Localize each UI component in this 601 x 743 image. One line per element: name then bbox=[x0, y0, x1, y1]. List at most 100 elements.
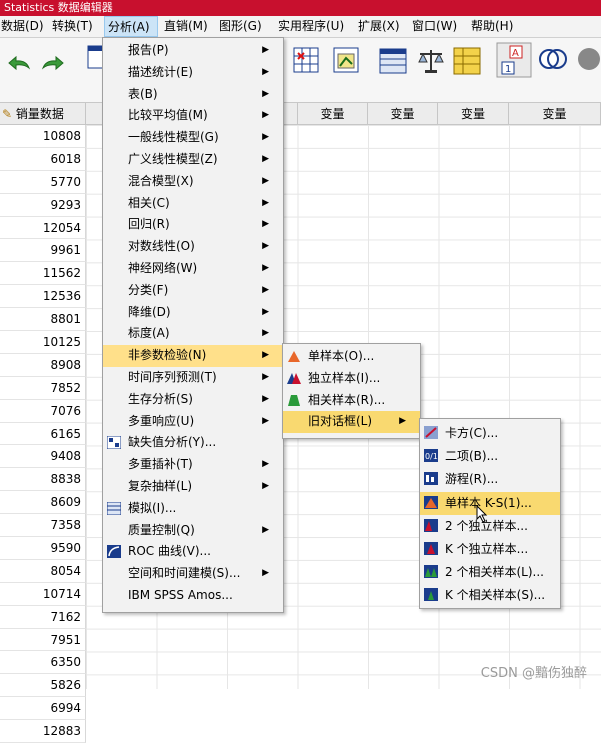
menu-transform[interactable]: 转换(T) bbox=[49, 16, 96, 37]
menu-item-reports[interactable]: 报告(P) ▶ bbox=[103, 40, 283, 62]
menu-data[interactable]: 数据(D) bbox=[0, 16, 47, 37]
menu-item-legacy-dialogs[interactable]: 旧对话框(L) ▶ bbox=[283, 411, 420, 434]
menu-item-loglinear[interactable]: 对数线性(O) ▶ bbox=[103, 236, 283, 258]
sales-cell[interactable]: 12883 bbox=[0, 720, 86, 743]
menu-item-classify[interactable]: 分类(F) ▶ bbox=[103, 280, 283, 302]
submenu-arrow-icon: ▶ bbox=[262, 371, 269, 382]
menu-item-independent-samples[interactable]: 独立样本(I)... bbox=[283, 368, 420, 390]
spell-check-icon[interactable] bbox=[574, 44, 601, 74]
sales-cell[interactable]: 7358 bbox=[0, 514, 86, 538]
menu-item-related-samples[interactable]: 相关样本(R)... bbox=[283, 390, 420, 412]
menu-item-scale[interactable]: 标度(A) ▶ bbox=[103, 323, 283, 345]
menu-item-k-related-samples[interactable]: K 个相关样本(S)... bbox=[420, 584, 560, 607]
select-cases-icon[interactable] bbox=[452, 46, 482, 76]
insert-variable-icon[interactable] bbox=[292, 46, 322, 76]
sales-cell[interactable]: 12536 bbox=[0, 285, 86, 309]
sales-cell[interactable]: 6018 bbox=[0, 147, 86, 171]
use-variable-sets-icon[interactable] bbox=[538, 44, 568, 74]
menu-item-mixed-models[interactable]: 混合模型(X) ▶ bbox=[103, 171, 283, 193]
sales-cell[interactable]: 8609 bbox=[0, 491, 86, 515]
binomial-icon: 0/1 bbox=[424, 449, 438, 463]
sales-cell[interactable]: 8054 bbox=[0, 559, 86, 583]
menu-item-missing-value-analysis[interactable]: 缺失值分析(Y)... bbox=[103, 432, 283, 454]
sales-cell[interactable]: 7951 bbox=[0, 628, 86, 652]
column-header-var-4[interactable]: 变量 bbox=[509, 103, 601, 125]
submenu-arrow-icon: ▶ bbox=[262, 524, 269, 535]
menu-item-neural-networks[interactable]: 神经网络(W) ▶ bbox=[103, 258, 283, 280]
sales-cell[interactable]: 9408 bbox=[0, 445, 86, 469]
menu-item-one-sample-ks[interactable]: 单样本 K-S(1)... bbox=[420, 491, 560, 515]
sales-column: 10808 6018 5770 9293 12054 9961 11562 12… bbox=[0, 125, 86, 743]
sales-cell[interactable]: 7162 bbox=[0, 605, 86, 629]
menu-item-general-linear-model[interactable]: 一般线性模型(G) ▶ bbox=[103, 127, 283, 149]
submenu-arrow-icon: ▶ bbox=[262, 241, 269, 252]
menu-item-tables[interactable]: 表(B) ▶ bbox=[103, 84, 283, 106]
sales-cell[interactable]: 8801 bbox=[0, 308, 86, 332]
menu-item-complex-samples[interactable]: 复杂抽样(L) ▶ bbox=[103, 476, 283, 498]
split-file-icon[interactable] bbox=[378, 46, 408, 76]
menu-item-k-independent-samples[interactable]: K 个独立样本... bbox=[420, 538, 560, 561]
undo-icon[interactable] bbox=[4, 48, 34, 78]
submenu-arrow-icon: ▶ bbox=[262, 66, 269, 77]
sales-cell[interactable]: 6350 bbox=[0, 651, 86, 675]
sales-cell[interactable]: 9590 bbox=[0, 537, 86, 560]
menu-item-ibm-spss-amos[interactable]: IBM SPSS Amos... bbox=[103, 585, 283, 607]
chart-builder-icon[interactable] bbox=[332, 46, 362, 76]
column-header-blank-2[interactable] bbox=[284, 103, 298, 125]
sales-cell[interactable]: 10808 bbox=[0, 125, 86, 148]
menu-item-descriptive-statistics[interactable]: 描述统计(E) ▶ bbox=[103, 62, 283, 84]
menu-graphs[interactable]: 图形(G) bbox=[216, 16, 265, 37]
sales-cell[interactable]: 9961 bbox=[0, 239, 86, 263]
sales-cell[interactable]: 6165 bbox=[0, 422, 86, 446]
menu-item-multiple-response[interactable]: 多重响应(U) ▶ bbox=[103, 411, 283, 433]
menu-item-survival[interactable]: 生存分析(S) ▶ bbox=[103, 389, 283, 411]
weight-cases-icon[interactable] bbox=[416, 46, 446, 76]
menu-item-runs[interactable]: 游程(R)... bbox=[420, 468, 560, 491]
k-related-icon bbox=[424, 588, 438, 602]
menu-help[interactable]: 帮助(H) bbox=[468, 16, 516, 37]
redo-icon[interactable] bbox=[38, 48, 68, 78]
menu-item-binomial[interactable]: 0/1 二项(B)... bbox=[420, 445, 560, 468]
column-header-var-3[interactable]: 变量 bbox=[438, 103, 509, 125]
submenu-arrow-icon: ▶ bbox=[262, 415, 269, 426]
sales-cell[interactable]: 12054 bbox=[0, 216, 86, 240]
legacy-dialogs-submenu: 卡方(C)... 0/1 二项(B)... 游程(R)... 单样本 K-S(1… bbox=[419, 418, 561, 609]
menu-item-two-related-samples[interactable]: 2 个相关样本(L)... bbox=[420, 561, 560, 584]
menu-utilities[interactable]: 实用程序(U) bbox=[275, 16, 347, 37]
menu-item-roc-curve[interactable]: ROC 曲线(V)... bbox=[103, 541, 283, 563]
sales-cell[interactable]: 7852 bbox=[0, 376, 86, 400]
menu-item-one-sample[interactable]: 单样本(O)... bbox=[283, 346, 420, 368]
menu-item-compare-means[interactable]: 比较平均值(M) ▶ bbox=[103, 105, 283, 127]
column-header-sales[interactable]: ✎ 销量数据 bbox=[0, 103, 86, 125]
menu-direct-marketing[interactable]: 直销(M) bbox=[161, 16, 211, 37]
sales-cell[interactable]: 10714 bbox=[0, 582, 86, 606]
menu-window[interactable]: 窗口(W) bbox=[409, 16, 460, 37]
sales-cell[interactable]: 6994 bbox=[0, 697, 86, 721]
column-header-var-2[interactable]: 变量 bbox=[368, 103, 438, 125]
sales-cell[interactable]: 5826 bbox=[0, 674, 86, 698]
sales-cell[interactable]: 5770 bbox=[0, 170, 86, 194]
menu-extensions[interactable]: 扩展(X) bbox=[355, 16, 403, 37]
menu-item-two-independent-samples[interactable]: 2 个独立样本... bbox=[420, 515, 560, 538]
menu-item-nonparametric-tests[interactable]: 非参数检验(N) ▶ bbox=[103, 345, 283, 367]
menu-item-regression[interactable]: 回归(R) ▶ bbox=[103, 214, 283, 236]
menu-item-chi-square[interactable]: 卡方(C)... bbox=[420, 422, 560, 445]
value-labels-icon[interactable]: A 1 bbox=[496, 42, 532, 78]
sales-cell[interactable]: 8908 bbox=[0, 353, 86, 377]
column-header-var-1[interactable]: 变量 bbox=[298, 103, 368, 125]
menu-item-forecasting[interactable]: 时间序列预测(T) ▶ bbox=[103, 367, 283, 389]
menu-item-multiple-imputation[interactable]: 多重插补(T) ▶ bbox=[103, 454, 283, 476]
sales-cell[interactable]: 10125 bbox=[0, 331, 86, 354]
sales-cell[interactable]: 11562 bbox=[0, 262, 86, 286]
menu-analyze[interactable]: 分析(A) bbox=[104, 16, 158, 37]
menu-item-generalized-linear-models[interactable]: 广义线性模型(Z) ▶ bbox=[103, 149, 283, 171]
menu-item-quality-control[interactable]: 质量控制(Q) ▶ bbox=[103, 520, 283, 542]
menu-item-correlate[interactable]: 相关(C) ▶ bbox=[103, 193, 283, 215]
menu-item-dimension-reduction[interactable]: 降维(D) ▶ bbox=[103, 302, 283, 324]
sales-cell[interactable]: 9293 bbox=[0, 193, 86, 217]
menu-item-simulation[interactable]: 模拟(I)... bbox=[103, 498, 283, 520]
svg-text:1: 1 bbox=[505, 64, 511, 75]
sales-cell[interactable]: 7076 bbox=[0, 399, 86, 423]
menu-item-spatial-temporal-modeling[interactable]: 空间和时间建模(S)... ▶ bbox=[103, 563, 283, 585]
sales-cell[interactable]: 8838 bbox=[0, 468, 86, 492]
